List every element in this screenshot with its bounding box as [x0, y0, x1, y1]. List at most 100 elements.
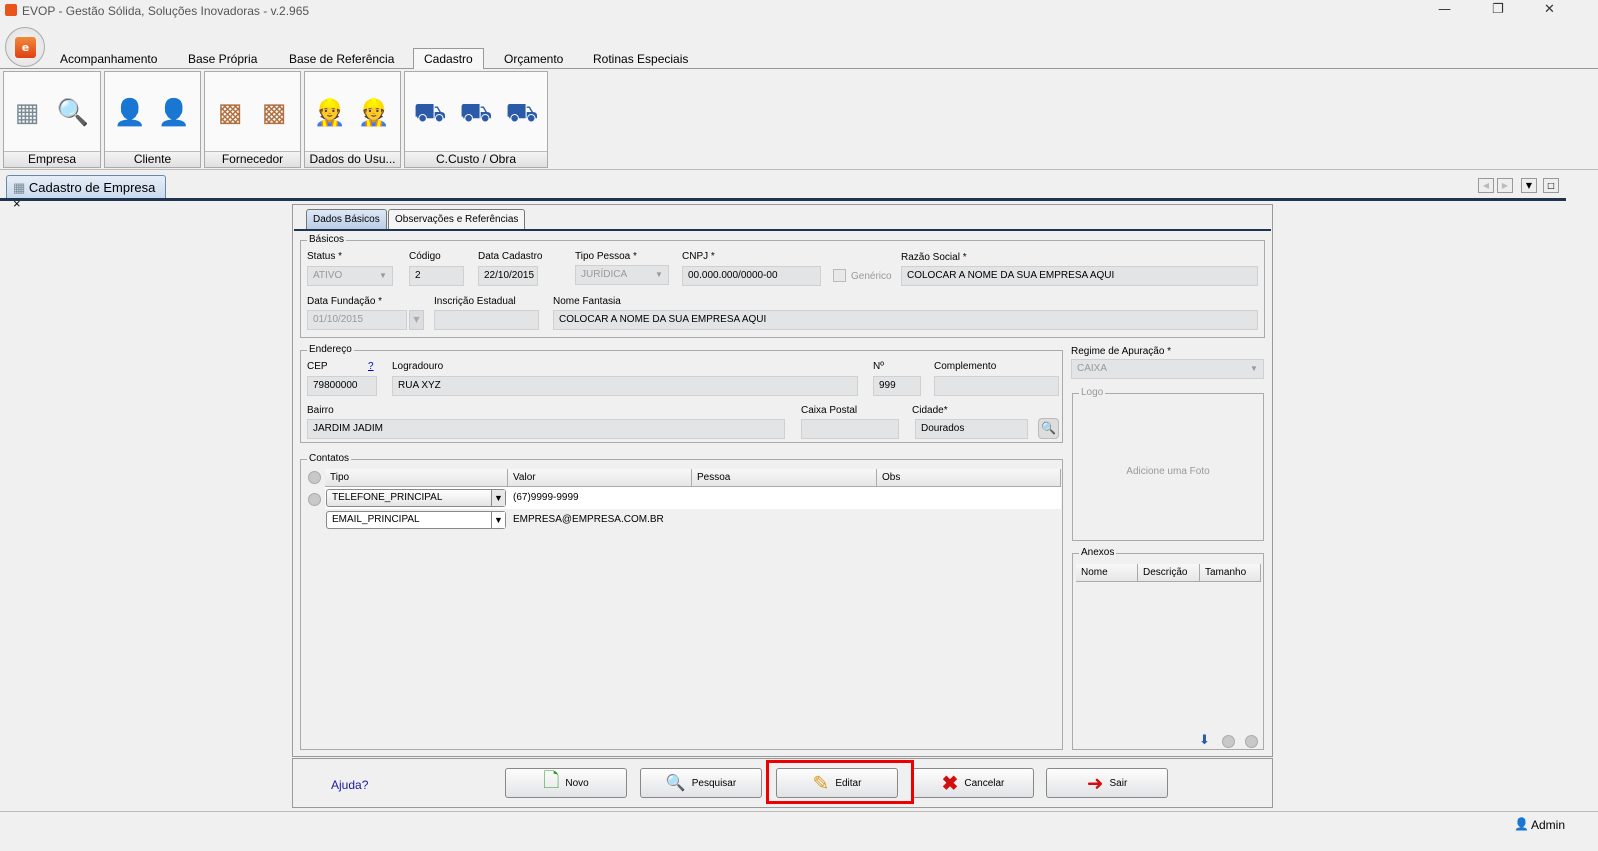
- add-attachment-icon[interactable]: [1222, 735, 1235, 748]
- section-legend: Contatos: [307, 453, 352, 464]
- logo-icon: e: [15, 37, 36, 58]
- data-fundacao-field[interactable]: 01/10/2015: [307, 310, 407, 330]
- column-header-tipo[interactable]: Tipo: [325, 469, 508, 487]
- inscricao-estadual-label: Inscrição Estadual: [434, 296, 516, 307]
- building-search-icon[interactable]: 🔍: [56, 97, 90, 129]
- ribbon-tab-base-propria[interactable]: Base Própria: [188, 52, 257, 66]
- highlight-box: [766, 760, 914, 804]
- remove-attachment-icon[interactable]: [1245, 735, 1258, 748]
- form-tab-line: [294, 229, 1271, 231]
- logo-section[interactable]: Logo Adicione uma Foto: [1072, 387, 1264, 541]
- tab-list-button[interactable]: ▼: [1521, 178, 1537, 193]
- add-contact-icon[interactable]: [308, 471, 321, 484]
- nome-fantasia-label: Nome Fantasia: [553, 296, 621, 307]
- status-bar: [0, 811, 1598, 851]
- new-document-icon: 🗋: [543, 770, 560, 792]
- tab-observacoes[interactable]: Observações e Referências: [388, 209, 526, 230]
- app-icon: [5, 4, 17, 16]
- building-add-icon[interactable]: ▦: [10, 97, 44, 129]
- complemento-field[interactable]: [934, 376, 1059, 396]
- razao-social-field[interactable]: COLOCAR A NOME DA SUA EMPRESA AQUI: [901, 266, 1258, 286]
- tipo-pessoa-select[interactable]: JURÍDICA ▼: [575, 265, 669, 285]
- close-button[interactable]: ✕: [1544, 2, 1555, 17]
- status-label: Status *: [307, 251, 343, 262]
- search-icon: 🔍: [665, 775, 686, 792]
- supplier-search-icon[interactable]: ▩: [257, 97, 291, 129]
- worker-add-icon[interactable]: 👷: [313, 97, 347, 129]
- ribbon-tab-cadastro[interactable]: Cadastro: [413, 48, 484, 69]
- minimize-button[interactable]: —: [1438, 2, 1451, 17]
- group-label: Dados do Usu...: [305, 151, 400, 167]
- caixa-postal-field[interactable]: [801, 419, 899, 439]
- group-label: Fornecedor: [205, 151, 300, 167]
- wheelbarrow-remove-icon[interactable]: ⛟: [505, 97, 539, 129]
- button-label: Cancelar: [964, 777, 1005, 789]
- caixa-postal-label: Caixa Postal: [801, 405, 858, 416]
- column-header-pessoa[interactable]: Pessoa: [692, 469, 877, 487]
- cep-label: CEP: [307, 361, 328, 372]
- wheelbarrow-add-icon[interactable]: ⛟: [413, 97, 447, 129]
- cancelar-button[interactable]: ✖ Cancelar: [912, 768, 1034, 798]
- regime-select[interactable]: CAIXA ▼: [1071, 359, 1264, 379]
- complemento-label: Complemento: [934, 361, 997, 372]
- client-search-icon[interactable]: 👤: [157, 97, 191, 129]
- column-header-valor[interactable]: Valor: [508, 469, 692, 487]
- generico-checkbox[interactable]: [833, 269, 846, 282]
- tipo-select[interactable]: EMAIL_PRINCIPAL ▼: [326, 511, 506, 529]
- cidade-search-button[interactable]: 🔍: [1038, 418, 1059, 439]
- nome-fantasia-field[interactable]: COLOCAR A NOME DA SUA EMPRESA AQUI: [553, 310, 1258, 330]
- supplier-add-icon[interactable]: ▩: [213, 97, 247, 129]
- razao-social-label: Razão Social *: [901, 252, 967, 263]
- inscricao-estadual-field[interactable]: [434, 310, 539, 330]
- bairro-field[interactable]: JARDIM JADIM: [307, 419, 785, 439]
- client-add-icon[interactable]: 👤: [113, 97, 147, 129]
- ribbon-tab-base-referencia[interactable]: Base de Referência: [289, 52, 394, 66]
- status-value: ATIVO: [313, 270, 343, 281]
- chevron-down-icon: ▼: [491, 512, 505, 528]
- group-fornecedor: ▩ ▩ Fornecedor: [204, 71, 301, 168]
- logradouro-field[interactable]: RUA XYZ: [392, 376, 858, 396]
- tab-scroll-right-button[interactable]: ▶: [1497, 178, 1513, 193]
- chevron-down-icon: ▼: [1250, 364, 1258, 373]
- tab-dados-basicos[interactable]: Dados Básicos: [306, 209, 387, 230]
- ribbon-tab-rotinas[interactable]: Rotinas Especiais: [593, 52, 688, 66]
- column-header-tamanho[interactable]: Tamanho: [1200, 564, 1261, 582]
- date-picker-button[interactable]: ▼: [409, 310, 424, 330]
- numero-field[interactable]: 999: [873, 376, 921, 396]
- cnpj-field[interactable]: 00.000.000/0000-00: [682, 266, 821, 286]
- valor-cell[interactable]: (67)9999-9999: [513, 492, 579, 503]
- search-icon: 🔍: [1041, 421, 1056, 435]
- data-cadastro-field[interactable]: 22/10/2015: [478, 266, 538, 286]
- restore-button[interactable]: ❐: [1492, 2, 1504, 17]
- codigo-field[interactable]: 2: [409, 266, 464, 286]
- help-link[interactable]: Ajuda?: [331, 778, 368, 792]
- column-header-nome[interactable]: Nome: [1076, 564, 1138, 582]
- ribbon-tab-orcamento[interactable]: Orçamento: [504, 52, 563, 66]
- document-tab-cadastro-empresa[interactable]: ▦ Cadastro de Empresa ×: [6, 175, 166, 211]
- column-header-descricao[interactable]: Descrição: [1138, 564, 1200, 582]
- download-icon[interactable]: ⬇: [1199, 733, 1210, 748]
- ribbon-tab-acompanhamento[interactable]: Acompanhamento: [60, 52, 157, 66]
- worker-search-icon[interactable]: 👷: [357, 97, 391, 129]
- cep-help-link[interactable]: ?: [368, 361, 374, 372]
- pesquisar-button[interactable]: 🔍 Pesquisar: [640, 768, 762, 798]
- tipo-select[interactable]: TELEFONE_PRINCIPAL ▼: [326, 489, 506, 507]
- app-menu-button[interactable]: e: [5, 27, 45, 67]
- column-header-obs[interactable]: Obs: [877, 469, 1061, 487]
- wheelbarrow-search-icon[interactable]: ⛟: [459, 97, 493, 129]
- window-title: EVOP - Gestão Sólida, Soluções Inovadora…: [22, 4, 310, 18]
- building-icon: ▦: [13, 180, 26, 195]
- sair-button[interactable]: ➜ Sair: [1046, 768, 1168, 798]
- tab-maximize-button[interactable]: □: [1543, 178, 1559, 193]
- novo-button[interactable]: 🗋 Novo: [505, 768, 627, 798]
- valor-cell[interactable]: EMPRESA@EMPRESA.COM.BR: [513, 514, 664, 525]
- data-cadastro-label: Data Cadastro: [478, 251, 543, 262]
- cep-field[interactable]: 79800000: [307, 376, 377, 396]
- cidade-field[interactable]: Dourados: [915, 419, 1028, 439]
- section-legend: Logo: [1079, 387, 1106, 398]
- chevron-down-icon: ▼: [655, 270, 663, 279]
- tab-scroll-left-button[interactable]: ◀: [1478, 178, 1494, 193]
- current-user: Admin: [1531, 818, 1566, 832]
- status-select[interactable]: ATIVO ▼: [307, 266, 393, 286]
- remove-contact-icon[interactable]: [308, 493, 321, 506]
